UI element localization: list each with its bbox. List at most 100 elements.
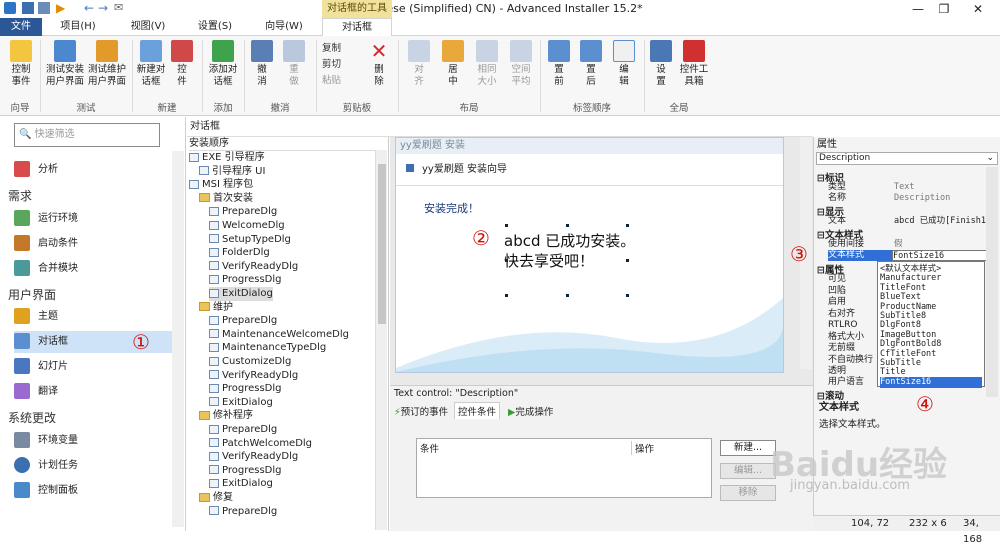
resize-handle[interactable]: [566, 294, 569, 297]
bring-front-button[interactable]: 置 前: [546, 40, 572, 88]
edit-button[interactable]: 编辑...: [720, 463, 776, 479]
paste-button[interactable]: 粘贴: [322, 74, 341, 88]
description-line2[interactable]: 快去享受吧！: [504, 250, 594, 271]
prop-transparent[interactable]: 透明: [828, 366, 846, 377]
test-maint-ui-button[interactable]: 测试维护 用户界面: [86, 40, 128, 88]
resize-handle[interactable]: [566, 224, 569, 227]
sidebar-item-dialogs[interactable]: 对话框: [14, 331, 174, 353]
description-line1[interactable]: abcd 已成功安装。: [504, 230, 635, 251]
undo-button[interactable]: 撤 消: [248, 40, 276, 88]
tab-file[interactable]: 文件: [0, 18, 42, 36]
sidebar-item-analysis[interactable]: 分析: [14, 159, 174, 181]
save-icon[interactable]: [22, 2, 34, 14]
sidebar-item-env[interactable]: 环境变量: [14, 430, 174, 452]
tree-item[interactable]: 修复: [199, 491, 233, 505]
send-back-button[interactable]: 置 后: [578, 40, 604, 88]
tab-project[interactable]: 项目(H): [52, 18, 104, 36]
sidebar-item-launch[interactable]: 启动条件: [14, 233, 174, 255]
tree-item[interactable]: MaintenanceTypeDlg: [209, 341, 326, 355]
align-button[interactable]: 对 齐: [404, 40, 434, 88]
edit-order-button[interactable]: 编 辑: [610, 40, 638, 88]
tab-view[interactable]: 视图(V): [124, 18, 172, 36]
tab-settings[interactable]: 设置(S): [190, 18, 240, 36]
redo-button[interactable]: 重 做: [280, 40, 308, 88]
tree-item[interactable]: MSI 程序包: [189, 178, 253, 192]
column-action[interactable]: 操作: [631, 441, 654, 455]
resize-handle[interactable]: [505, 294, 508, 297]
prop-text-style[interactable]: 文本样式 FontSize16: [828, 250, 998, 261]
tree-item[interactable]: EXE 引导程序: [189, 151, 265, 165]
cut-button[interactable]: 剪切: [322, 58, 341, 72]
tree-item[interactable]: 修补程序: [199, 409, 253, 423]
prop-no-wrap[interactable]: 不自动换行: [828, 355, 873, 366]
prop-type[interactable]: 类型 Text: [828, 182, 914, 193]
search-input[interactable]: 🔍 快速筛选: [14, 123, 160, 147]
tree-scrollbar[interactable]: [375, 150, 387, 530]
tree-item[interactable]: 引导程序 UI: [199, 165, 265, 179]
settings-button[interactable]: 设 置: [648, 40, 674, 88]
remove-button[interactable]: 移除: [720, 485, 776, 501]
tree-item[interactable]: ProgressDlg: [209, 382, 282, 396]
add-dialog-button[interactable]: 添加对 话框: [204, 40, 242, 88]
copy-button[interactable]: 复制: [322, 42, 341, 56]
sidebar-item-runtime[interactable]: 运行环境: [14, 208, 174, 230]
resize-handle[interactable]: [505, 259, 508, 262]
prop-name[interactable]: 名称 Description: [828, 193, 950, 204]
tree-item[interactable]: PrepareDlg: [209, 205, 277, 219]
control-button[interactable]: 控 件: [168, 40, 196, 88]
tree-item[interactable]: PrepareDlg: [209, 423, 277, 437]
category-scroll[interactable]: ⊟滚动: [817, 388, 844, 402]
same-size-button[interactable]: 相同 大小: [470, 40, 504, 88]
tab-publish[interactable]: ▶完成操作: [508, 404, 553, 418]
tree-item[interactable]: ProgressDlg: [209, 273, 282, 287]
tree-item[interactable]: SetupTypeDlg: [209, 233, 291, 247]
center-button[interactable]: 居 中: [438, 40, 468, 88]
value[interactable]: FontSize16: [892, 250, 998, 261]
tree-item[interactable]: CustomizeDlg: [209, 355, 291, 369]
resize-handle[interactable]: [626, 224, 629, 227]
scroll-thumb[interactable]: [378, 164, 386, 324]
sidebar-scrollbar[interactable]: [172, 151, 184, 527]
resize-handle[interactable]: [626, 259, 629, 262]
tree-item[interactable]: WelcomeDlg: [209, 219, 285, 233]
sidebar-item-schedule[interactable]: 计划任务: [14, 455, 174, 477]
prop-rtlro[interactable]: RTLRO: [828, 320, 857, 331]
tree-item[interactable]: MaintenanceWelcomeDlg: [209, 328, 349, 342]
tree-item[interactable]: 维护: [199, 301, 233, 315]
prop-enabled[interactable]: 启用: [828, 297, 846, 308]
props-scrollbar[interactable]: [986, 167, 998, 397]
text-style-dropdown[interactable]: <默认文本样式> Manufacturer TitleFont BlueText Pro…: [877, 261, 985, 389]
tree-item[interactable]: 首次安装: [199, 192, 253, 206]
resize-handle[interactable]: [505, 224, 508, 227]
forward-icon[interactable]: →: [98, 2, 110, 14]
sidebar-item-theme[interactable]: 主题: [14, 306, 174, 328]
prop-format-size[interactable]: 格式大小: [828, 332, 864, 343]
tree-item[interactable]: VerifyReadyDlg: [209, 260, 298, 274]
tab-dialog[interactable]: 对话框: [322, 18, 392, 36]
test-install-ui-button[interactable]: 测试安装 用户界面: [44, 40, 86, 88]
tree-item[interactable]: ExitDialog: [209, 396, 273, 410]
tree-item[interactable]: VerifyReadyDlg: [209, 369, 298, 383]
close-button[interactable]: ✕: [958, 0, 998, 18]
tree-item[interactable]: ProgressDlg: [209, 464, 282, 478]
prop-indirect[interactable]: 使用间接 假: [828, 239, 903, 250]
tab-control-conditions[interactable]: 控件条件: [454, 402, 501, 419]
new-dialog-button[interactable]: 新建对 话框: [134, 40, 168, 88]
prop-visible[interactable]: 可见: [828, 274, 846, 285]
tab-subscribed-events[interactable]: ⚡预订的事件: [394, 404, 448, 418]
tree-item[interactable]: ExitDialog: [209, 477, 273, 491]
conditions-table[interactable]: 条件 操作: [416, 438, 712, 498]
back-icon[interactable]: ←: [84, 2, 96, 14]
tree-item[interactable]: PrepareDlg: [209, 505, 277, 519]
toolbox-button[interactable]: 控件工 具箱: [676, 40, 712, 88]
tree-item[interactable]: ExitDialog: [209, 287, 273, 301]
delete-button[interactable]: ✕ 删 除: [366, 40, 392, 88]
tree-item[interactable]: VerifyReadyDlg: [209, 450, 298, 464]
build-icon[interactable]: [38, 2, 50, 14]
mail-icon[interactable]: ✉: [114, 2, 126, 14]
sidebar-item-merge[interactable]: 合并模块: [14, 258, 174, 280]
tree-item[interactable]: FolderDlg: [209, 246, 270, 260]
control-selector[interactable]: Description ⌄: [816, 152, 998, 165]
prop-sunken[interactable]: 凹陷: [828, 286, 846, 297]
run-icon[interactable]: ▶: [56, 2, 68, 14]
